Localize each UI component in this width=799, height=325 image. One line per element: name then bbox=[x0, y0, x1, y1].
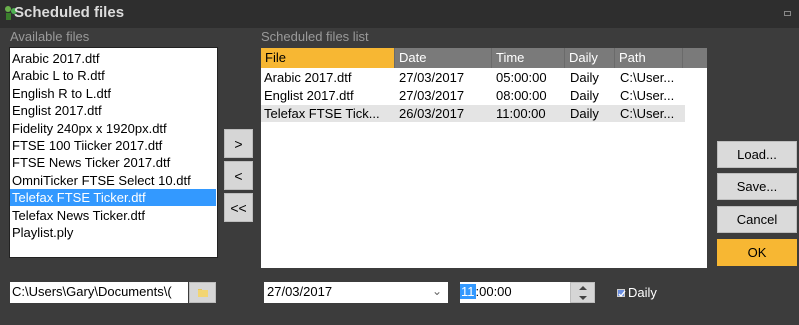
table-cell[interactable]: Daily bbox=[570, 105, 599, 122]
folder-icon bbox=[198, 289, 208, 297]
list-item[interactable]: FTSE 100 Tiicker 2017.dtf bbox=[12, 137, 162, 154]
list-item[interactable]: Englist 2017.dtf bbox=[12, 102, 102, 119]
available-files-label: Available files bbox=[10, 29, 90, 44]
table-cell[interactable]: Englist 2017.dtf bbox=[264, 87, 354, 104]
table-cell[interactable]: C:\User... bbox=[620, 69, 674, 86]
list-item[interactable]: FTSE News Ticker 2017.dtf bbox=[12, 154, 170, 171]
column-header[interactable]: File bbox=[261, 48, 395, 68]
table-cell[interactable]: 27/03/2017 bbox=[399, 69, 464, 86]
title-bar: Scheduled files bbox=[0, 0, 799, 28]
checkmark-icon bbox=[618, 290, 626, 298]
column-header[interactable]: Date bbox=[395, 48, 492, 68]
column-header[interactable]: Daily bbox=[565, 48, 615, 68]
path-field[interactable]: C:\Users\Gary\Documents\( bbox=[10, 282, 188, 303]
window-title: Scheduled files bbox=[14, 4, 125, 21]
add-to-schedule-button[interactable]: > bbox=[224, 129, 253, 158]
column-header[interactable]: Path bbox=[615, 48, 683, 68]
time-rest: :00:00 bbox=[475, 284, 512, 299]
table-cell[interactable]: 26/03/2017 bbox=[399, 105, 464, 122]
browse-folder-button[interactable] bbox=[189, 282, 216, 303]
scheduled-files-label: Scheduled files list bbox=[261, 29, 369, 44]
list-item[interactable]: Playlist.ply bbox=[12, 224, 73, 241]
time-spinner[interactable] bbox=[570, 282, 595, 303]
list-item[interactable]: Fidelity 240px x 1920px.dtf bbox=[12, 120, 167, 137]
remove-from-schedule-button[interactable]: < bbox=[224, 161, 253, 190]
table-cell[interactable]: Daily bbox=[570, 87, 599, 104]
list-item[interactable]: Arabic L to R.dtf bbox=[12, 67, 105, 84]
table-cell[interactable]: Daily bbox=[570, 69, 599, 86]
available-files-list[interactable]: Arabic 2017.dtf Arabic L to R.dtf English … bbox=[9, 47, 218, 258]
save-button[interactable]: Save... bbox=[717, 173, 797, 200]
table-cell[interactable]: C:\User... bbox=[620, 87, 674, 104]
table-cell[interactable]: 05:00:00 bbox=[496, 69, 547, 86]
dropdown-arrow-icon[interactable]: ⌄ bbox=[432, 282, 442, 301]
remove-all-button[interactable]: << bbox=[224, 193, 253, 222]
scheduled-files-table[interactable]: File Date Time Daily Path Arabic 2017.dtf 27/0… bbox=[261, 48, 707, 268]
table-cell[interactable]: 08:00:00 bbox=[496, 87, 547, 104]
cancel-button[interactable]: Cancel bbox=[717, 206, 797, 233]
list-item[interactable]: English R to L.dtf bbox=[12, 85, 111, 102]
list-item[interactable]: Arabic 2017.dtf bbox=[12, 50, 99, 67]
table-cell[interactable]: Telefax FTSE Tick... bbox=[264, 105, 380, 122]
time-field[interactable]: 11:00:00 bbox=[460, 282, 570, 303]
list-item[interactable]: Telefax FTSE Ticker.dtf bbox=[10, 189, 216, 207]
column-header[interactable]: Time bbox=[492, 48, 565, 68]
load-button[interactable]: Load... bbox=[717, 141, 797, 168]
date-field[interactable]: 27/03/2017 ⌄ bbox=[264, 282, 448, 303]
table-cell[interactable]: C:\User... bbox=[620, 105, 674, 122]
daily-label: Daily bbox=[628, 285, 657, 300]
minimize-icon[interactable] bbox=[784, 11, 791, 16]
ok-button[interactable]: OK bbox=[717, 239, 797, 266]
list-item[interactable]: OmniTicker FTSE Select 10.dtf bbox=[12, 172, 191, 189]
table-cell[interactable]: 27/03/2017 bbox=[399, 87, 464, 104]
date-value: 27/03/2017 bbox=[267, 284, 333, 299]
daily-checkbox[interactable] bbox=[617, 289, 626, 298]
spinner-arrows-icon bbox=[579, 286, 587, 300]
list-item[interactable]: Telefax News Ticker.dtf bbox=[12, 207, 145, 224]
time-hour: 11 bbox=[460, 284, 476, 299]
table-cell[interactable]: Arabic 2017.dtf bbox=[264, 69, 351, 86]
table-cell[interactable]: 11:00:00 bbox=[496, 105, 546, 122]
